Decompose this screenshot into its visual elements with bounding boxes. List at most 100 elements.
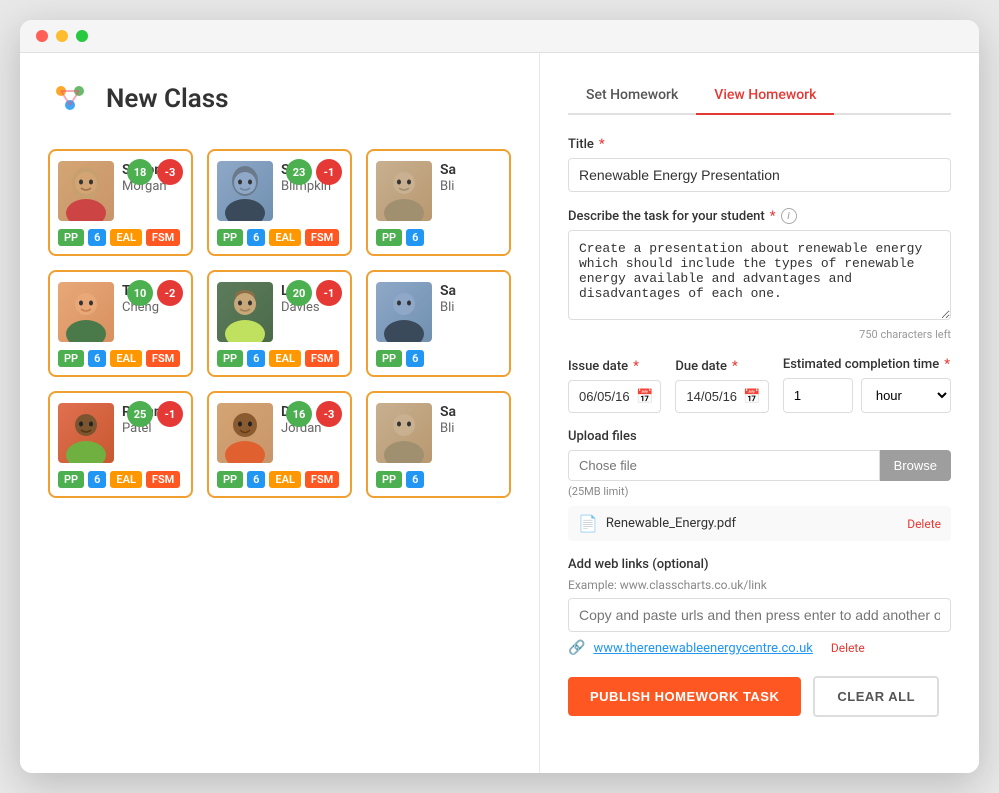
minimize-button[interactable] [56,30,68,42]
student-card: 18 -3 Simon Morgan PP 6 [48,149,193,256]
tag-pp: PP [58,229,84,246]
students-grid: 18 -3 Simon Morgan PP 6 [48,149,511,498]
score-badges: 20 -1 [286,280,342,306]
due-date-group: Due date* 📅 [675,359,768,413]
tag-eal: EAL [269,350,301,367]
student-card: 25 -1 Roshni Patel PP 6 [48,391,193,498]
main-content: New Class 18 -3 Simon [20,53,979,773]
student-card: 20 -1 Lia Davies PP 6 [207,270,352,377]
tag-eal: EAL [110,350,142,367]
tag-eal: EAL [110,229,142,246]
right-panel: Set Homework View Homework Title* Descri… [540,53,979,773]
description-section: Describe the task for your student* i Cr… [568,208,951,341]
delta-badge: -1 [316,159,342,185]
char-count: 750 characters left [568,328,951,341]
avatar [217,403,273,463]
left-panel: New Class 18 -3 Simon [20,53,540,773]
avatar [217,282,273,342]
partial-overlay [453,393,509,496]
tag-fsm: FSM [146,229,180,246]
time-input-wrap: Estimated completion time* hour hours mi… [783,357,951,413]
score-badge: 25 [127,401,153,427]
student-tags: PP 6 EAL FSM [58,229,183,246]
tag-year: 6 [247,350,265,367]
tag-year: 6 [406,350,424,367]
tag-eal: EAL [269,229,301,246]
student-tags: PP 6 EAL FSM [58,471,183,488]
student-card: 23 -1 Sam Blimpkin PP 6 [207,149,352,256]
app-logo-icon [48,77,92,121]
student-card-partial: Sa Bli PP 6 [366,149,511,256]
partial-overlay [453,151,509,254]
weblinks-section: Add web links (optional) Example: www.cl… [568,557,951,656]
issue-date-group: Issue date* 📅 [568,359,661,413]
tag-pp: PP [217,350,243,367]
file-input[interactable] [568,450,880,481]
tag-pp: PP [58,350,84,367]
issue-date-input-wrap: 📅 [568,380,661,413]
tag-year: 6 [406,471,424,488]
title-input[interactable] [568,158,951,192]
delta-badge: -1 [316,280,342,306]
title-bar [20,20,979,53]
description-textarea[interactable]: Create a presentation about renewable en… [568,230,951,320]
estimated-label: Estimated completion time* [783,357,951,372]
score-badge: 10 [127,280,153,306]
maximize-button[interactable] [76,30,88,42]
tag-fsm: FSM [305,471,339,488]
score-badges: 10 -2 [127,280,183,306]
file-limit: (25MB limit) [568,485,951,498]
tag-year: 6 [247,471,265,488]
app-header: New Class [48,77,511,121]
url-delete-link[interactable]: Delete [831,641,865,655]
required-marker: * [770,209,776,224]
file-icon: 📄 [578,514,598,533]
avatar [58,161,114,221]
date-row: Issue date* 📅 Due date* 📅 [568,357,951,413]
due-date-label: Due date* [675,359,768,374]
delta-badge: -3 [157,159,183,185]
file-item: 📄 Renewable_Energy.pdf Delete [568,506,951,541]
action-row: PUBLISH HOMEWORK TASK CLEAR ALL [568,676,951,717]
tag-year: 6 [247,229,265,246]
weblinks-label: Add web links (optional) [568,557,951,572]
time-controls: hour hours minutes [783,378,951,413]
avatar [217,161,273,221]
tab-set-homework[interactable]: Set Homework [568,77,696,115]
description-label: Describe the task for your student* i [568,208,951,224]
file-delete-link[interactable]: Delete [907,517,941,531]
avatar [376,161,432,221]
tab-view-homework[interactable]: View Homework [696,77,834,115]
tag-fsm: FSM [146,350,180,367]
score-badge: 20 [286,280,312,306]
student-tags: PP 6 EAL FSM [217,471,342,488]
clear-button[interactable]: CLEAR ALL [813,676,939,717]
upload-section: Upload files Browse (25MB limit) 📄 Renew… [568,429,951,541]
estimated-value-input[interactable] [783,378,853,413]
file-name: Renewable_Energy.pdf [606,516,899,531]
tag-pp: PP [376,350,402,367]
tag-fsm: FSM [305,350,339,367]
calendar-icon[interactable]: 📅 [636,389,653,405]
upload-label: Upload files [568,429,951,444]
url-item: 🔗 www.therenewableenergycentre.co.uk Del… [568,640,951,656]
title-label: Title* [568,137,951,152]
title-section: Title* [568,137,951,192]
student-tags: PP 6 EAL FSM [217,229,342,246]
score-badge: 18 [127,159,153,185]
close-button[interactable] [36,30,48,42]
browse-button[interactable]: Browse [880,450,951,481]
score-badges: 16 -3 [286,401,342,427]
url-input[interactable] [568,598,951,632]
tag-pp: PP [58,471,84,488]
url-link[interactable]: www.therenewableenergycentre.co.uk [593,641,812,656]
avatar [376,282,432,342]
student-card-partial: Sa Bli PP 6 [366,270,511,377]
student-tags: PP 6 EAL FSM [58,350,183,367]
required-marker: * [599,137,605,152]
calendar-icon[interactable]: 📅 [743,389,760,405]
required-marker: * [732,359,738,374]
publish-button[interactable]: PUBLISH HOMEWORK TASK [568,677,801,716]
tag-pp: PP [376,229,402,246]
time-unit-select[interactable]: hour hours minutes [861,378,951,413]
